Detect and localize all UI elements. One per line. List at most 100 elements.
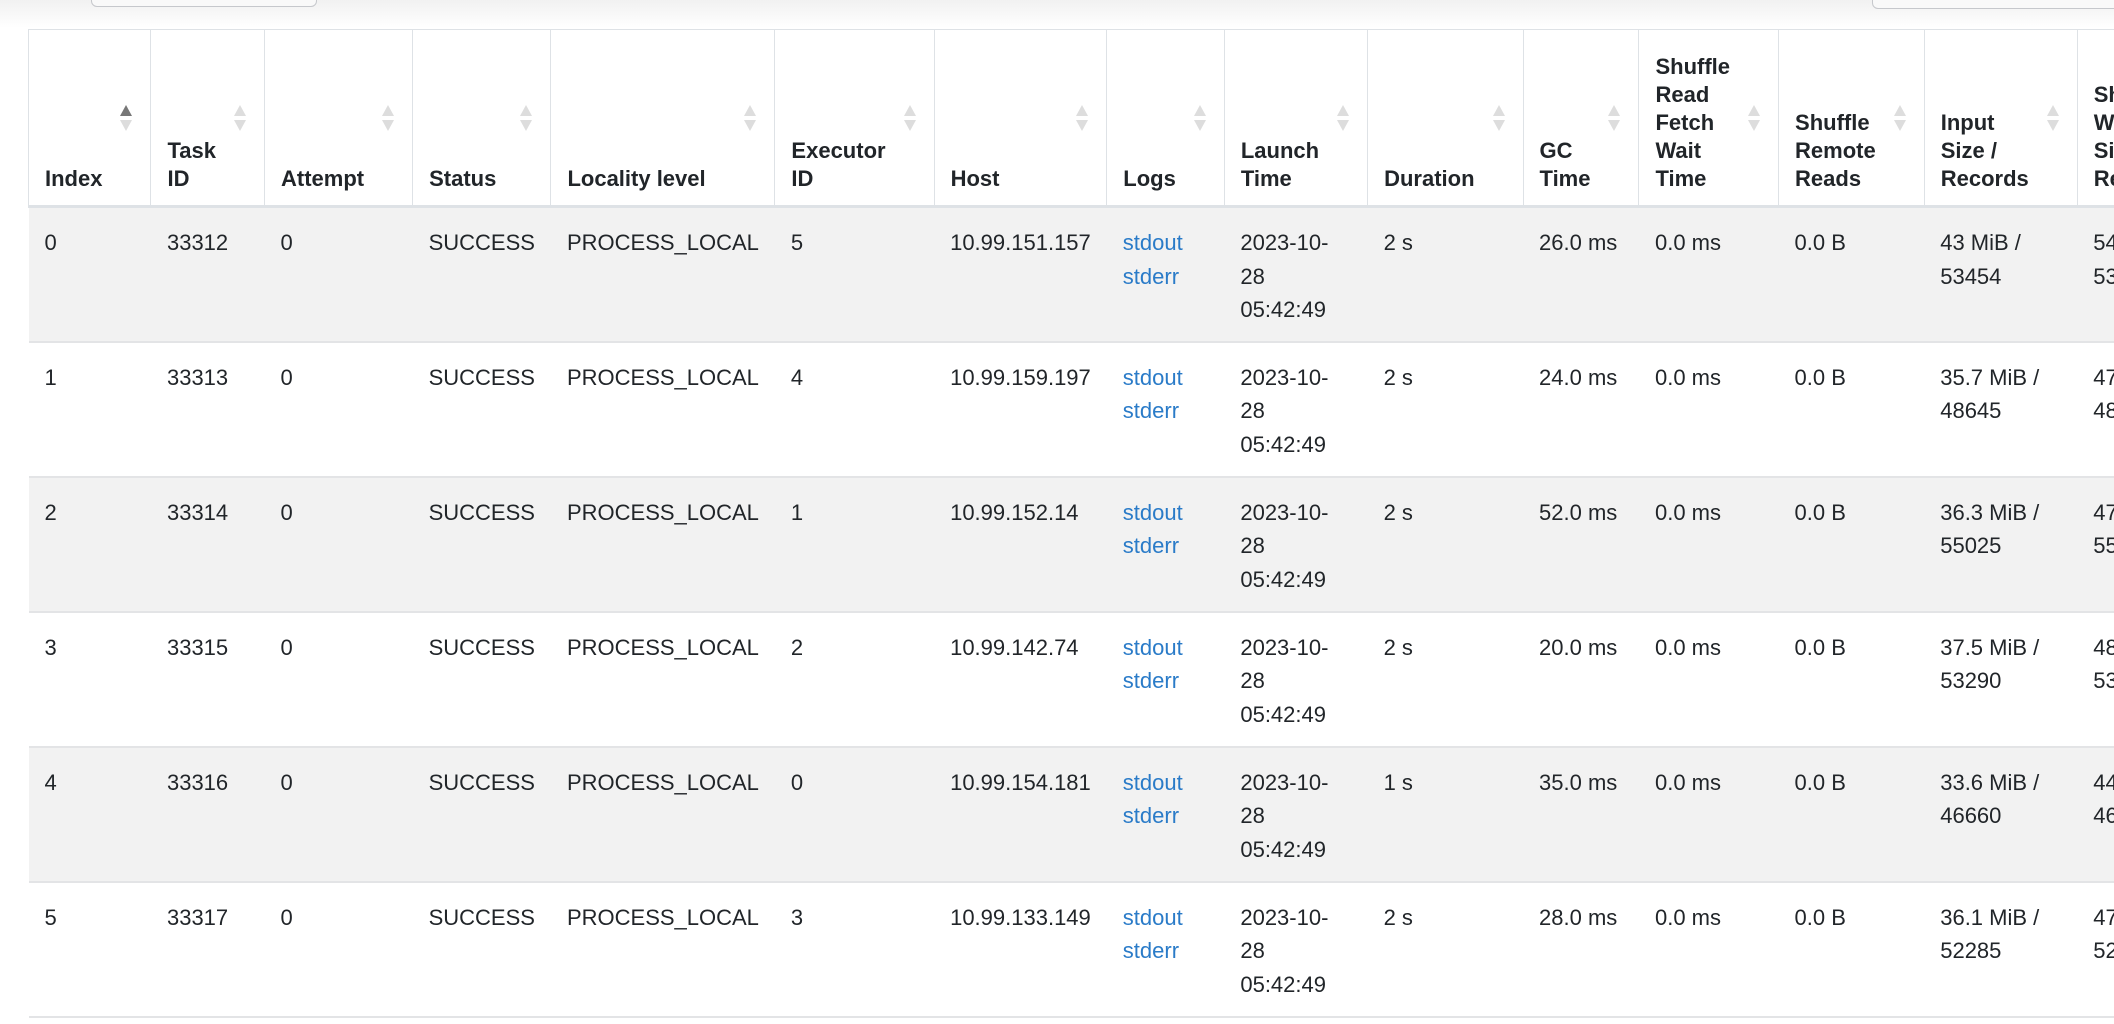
fetch-wait-cell: 0.0 ms	[1638, 611, 1779, 748]
column-header-label: Host	[950, 166, 1000, 191]
locality-cell: PROCESS_LOCAL	[550, 206, 775, 343]
launch-time-cell: 2023-10-28 05:42:49	[1224, 746, 1368, 883]
column-header-locality-level[interactable]: Locality level	[550, 29, 776, 208]
launch-time-cell: 2023-10-28 05:42:49	[1224, 206, 1368, 343]
table-row: 2 33314 0 SUCCESS PROCESS_LOCAL 1 10.99.152.14…	[28, 476, 2114, 613]
duration-cell: 2 s	[1367, 881, 1524, 1018]
sort-arrows-icon[interactable]	[744, 105, 757, 133]
log-link-stdout[interactable]: stdout	[1123, 226, 1209, 260]
sort-arrows-icon[interactable]	[120, 105, 133, 133]
fetch-wait-cell: 0.0 ms	[1638, 881, 1779, 1018]
log-link-stdout[interactable]: stdout	[1123, 496, 1209, 530]
column-header-input-size-records[interactable]: Input Size / Records	[1923, 29, 2078, 208]
host-cell: 10.99.133.149	[934, 881, 1107, 1018]
index-cell: 5	[28, 881, 151, 1018]
sort-arrows-icon[interactable]	[520, 105, 533, 133]
column-header-logs[interactable]: Logs	[1106, 29, 1225, 208]
host-cell: 10.99.151.157	[934, 206, 1107, 343]
column-header-gc-time[interactable]: GC Time	[1522, 29, 1640, 208]
column-header-label: Task ID	[167, 138, 216, 191]
column-header-task-id[interactable]: Task ID	[150, 29, 265, 208]
column-header-label: Logs	[1123, 166, 1176, 191]
sort-arrows-icon[interactable]	[382, 105, 395, 133]
sort-descending-icon	[520, 120, 533, 131]
gc-time-cell: 20.0 ms	[1523, 611, 1639, 748]
column-header-shuffle-remote-reads[interactable]: Shuffle Remote Reads	[1778, 29, 1925, 208]
search-input[interactable]	[1872, 0, 2114, 9]
sort-descending-icon	[120, 120, 133, 131]
log-link-stdout[interactable]: stdout	[1123, 631, 1209, 665]
column-header-launch-time[interactable]: Launch Time	[1223, 29, 1369, 208]
sort-arrows-icon[interactable]	[2046, 105, 2059, 133]
sort-arrows-icon[interactable]	[1193, 105, 1206, 133]
shuffle-write-cell: 47.3 MiB / 48645	[2077, 341, 2114, 478]
column-header-attempt[interactable]: Attempt	[263, 29, 414, 208]
sort-arrows-icon[interactable]	[1337, 105, 1350, 133]
sort-descending-icon	[233, 120, 246, 131]
attempt-cell: 0	[264, 341, 413, 478]
sort-ascending-icon	[2046, 105, 2059, 116]
gc-time-cell: 35.0 ms	[1523, 746, 1639, 883]
sort-descending-icon	[903, 120, 916, 131]
attempt-cell: 0	[264, 746, 413, 883]
gc-time-cell: 28.0 ms	[1523, 881, 1639, 1018]
locality-cell: PROCESS_LOCAL	[550, 881, 775, 1018]
column-header-executor-id[interactable]: Executor ID	[774, 29, 935, 208]
column-header-duration[interactable]: Duration	[1367, 29, 1524, 208]
duration-cell: 2 s	[1367, 206, 1524, 343]
index-cell: 4	[28, 746, 151, 883]
sort-descending-icon	[1748, 120, 1761, 131]
sort-arrows-icon[interactable]	[903, 105, 916, 133]
attempt-cell: 0	[264, 881, 413, 1018]
sort-ascending-icon	[520, 105, 533, 116]
column-header-label: Shuffle Read Fetch Wait Time	[1655, 54, 1731, 191]
sort-arrows-icon[interactable]	[1076, 105, 1089, 133]
column-header-shuffle-write-size-records[interactable]: Shuffle Write Size / Records	[2076, 29, 2114, 208]
log-link-stderr[interactable]: stderr	[1123, 394, 1209, 428]
column-header-host[interactable]: Host	[933, 29, 1108, 208]
index-cell: 3	[28, 611, 151, 748]
sort-ascending-icon	[1076, 105, 1089, 116]
executor-id-cell: 4	[774, 341, 935, 478]
table-row: 0 33312 0 SUCCESS PROCESS_LOCAL 5 10.99.151.15…	[28, 206, 2114, 343]
sort-arrows-icon[interactable]	[1492, 105, 1505, 133]
log-link-stdout[interactable]: stdout	[1123, 901, 1209, 935]
executor-id-cell: 2	[774, 611, 935, 748]
fetch-wait-cell: 0.0 ms	[1638, 476, 1779, 613]
log-link-stderr[interactable]: stderr	[1123, 799, 1209, 833]
attempt-cell: 0	[264, 611, 413, 748]
tasks-table: Index Task ID Attempt Status Locality level E…	[27, 29, 2114, 1018]
log-link-stderr[interactable]: stderr	[1123, 529, 1209, 563]
sort-arrows-icon[interactable]	[1893, 105, 1906, 133]
host-cell: 10.99.142.74	[934, 611, 1107, 748]
column-header-index[interactable]: Index	[27, 29, 152, 208]
column-header-shuffle-read-fetch-wait-time[interactable]: Shuffle Read Fetch Wait Time	[1638, 29, 1780, 208]
column-header-label: Launch Time	[1240, 138, 1320, 191]
log-link-stderr[interactable]: stderr	[1123, 664, 1209, 698]
shuffle-write-cell: 54.6 MiB / 53454	[2077, 206, 2114, 343]
executor-id-cell: 0	[774, 746, 935, 883]
executor-id-cell: 1	[774, 476, 935, 613]
sort-arrows-icon[interactable]	[1748, 105, 1761, 133]
launch-time-cell: 2023-10-28 05:42:49	[1224, 341, 1368, 478]
column-header-status[interactable]: Status	[412, 29, 552, 208]
sort-ascending-icon	[233, 105, 246, 116]
sort-ascending-icon	[744, 105, 757, 116]
page-size-select[interactable]	[91, 0, 317, 7]
shuffle-write-cell: 44.2 MiB / 46660	[2077, 746, 2114, 883]
sort-arrows-icon[interactable]	[1608, 105, 1621, 133]
column-header-label: GC Time	[1539, 138, 1591, 191]
shuffle-write-cell: 48.6 MiB / 53290	[2077, 611, 2114, 748]
column-header-label: Duration	[1384, 166, 1475, 191]
log-link-stderr[interactable]: stderr	[1123, 934, 1209, 968]
log-link-stderr[interactable]: stderr	[1123, 260, 1209, 294]
table-row: 3 33315 0 SUCCESS PROCESS_LOCAL 2 10.99.142.74…	[28, 611, 2114, 748]
status-cell: SUCCESS	[412, 476, 551, 613]
fetch-wait-cell: 0.0 ms	[1638, 206, 1779, 343]
log-link-stdout[interactable]: stdout	[1123, 766, 1209, 800]
sort-ascending-icon	[120, 105, 133, 116]
sort-ascending-icon	[1337, 105, 1350, 116]
sort-arrows-icon[interactable]	[233, 105, 246, 133]
log-link-stdout[interactable]: stdout	[1123, 361, 1209, 395]
duration-cell: 1 s	[1367, 746, 1524, 883]
